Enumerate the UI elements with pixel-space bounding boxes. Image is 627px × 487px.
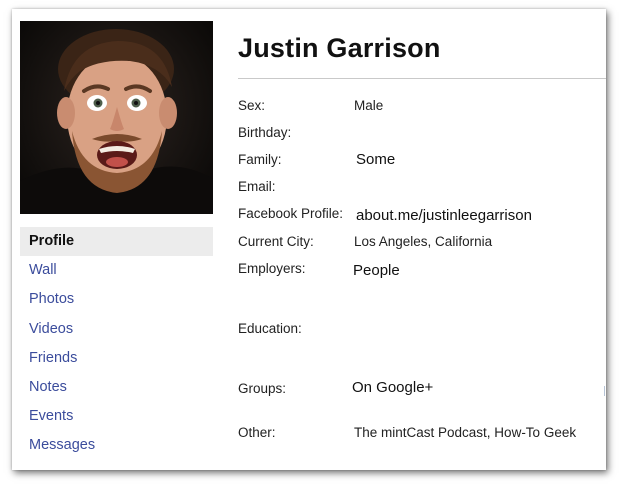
face-illustration	[20, 29, 213, 214]
info-label: Education:	[238, 321, 302, 336]
info-label: Other:	[238, 425, 276, 440]
info-label: Email:	[238, 179, 276, 194]
profile-name: Justin Garrison	[238, 33, 441, 63]
sidebar-nav: Profile Wall Photos Videos Friends Notes…	[20, 227, 213, 461]
info-label: Birthday:	[238, 125, 292, 140]
info-value[interactable]: about.me/justinleegarrison	[356, 207, 532, 224]
profile-photo[interactable]	[20, 21, 213, 214]
header-divider	[238, 78, 606, 79]
sidebar-item-friends[interactable]: Friends	[20, 344, 213, 373]
info-value: Los Angeles, California	[354, 234, 493, 249]
profile-window: Profile Wall Photos Videos Friends Notes…	[12, 9, 606, 470]
info-label: Employers:	[238, 261, 306, 276]
info-value: Male	[354, 98, 384, 113]
scroll-marker	[604, 386, 605, 396]
sidebar-item-messages[interactable]: Messages	[20, 431, 213, 460]
sidebar-item-events[interactable]: Events	[20, 402, 213, 431]
info-label: Groups:	[238, 381, 287, 396]
info-label: Facebook Profile:	[238, 206, 344, 221]
info-value: The mintCast Podcast, How-To Geek	[354, 425, 577, 440]
info-label: Family:	[238, 152, 282, 167]
info-value: Some	[356, 151, 396, 168]
sidebar-item-photos[interactable]: Photos	[20, 285, 213, 314]
sidebar-item-videos[interactable]: Videos	[20, 315, 213, 344]
info-label: Sex:	[238, 98, 266, 113]
info-label: Current City:	[238, 234, 314, 249]
info-value: People	[353, 262, 400, 279]
sidebar-item-wall[interactable]: Wall	[20, 256, 213, 285]
info-value: On Google+	[352, 379, 434, 396]
sidebar-item-profile[interactable]: Profile	[20, 227, 213, 257]
sidebar-item-notes[interactable]: Notes	[20, 373, 213, 402]
